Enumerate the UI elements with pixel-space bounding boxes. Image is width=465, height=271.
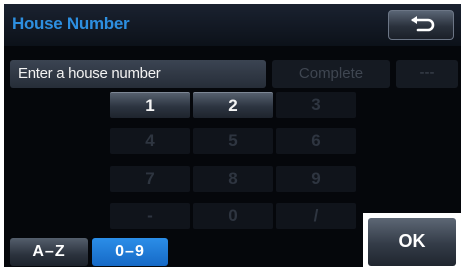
page-title: House Number <box>12 14 130 33</box>
key-label: 9 <box>311 169 321 188</box>
key-label: 1 <box>145 96 155 115</box>
key-label: 7 <box>145 169 155 188</box>
alpha-mode-label: A–Z <box>32 243 66 260</box>
key-slash[interactable]: / <box>276 203 356 229</box>
back-button[interactable] <box>388 10 454 40</box>
numeric-mode-label: 0–9 <box>115 243 145 260</box>
key-label: 8 <box>228 169 238 188</box>
complete-button[interactable]: Complete <box>272 60 390 88</box>
key-5[interactable]: 5 <box>193 128 273 154</box>
key-3[interactable]: 3 <box>276 92 356 118</box>
key-label: 6 <box>311 131 321 150</box>
house-number-placeholder: Enter a house number <box>18 65 161 82</box>
house-number-field[interactable]: Enter a house number <box>10 60 266 88</box>
key-9[interactable]: 9 <box>276 166 356 192</box>
key-6[interactable]: 6 <box>276 128 356 154</box>
key-4[interactable]: 4 <box>110 128 190 154</box>
nav-screen: House Number Enter a house number Comple… <box>4 4 461 267</box>
key-label: 2 <box>228 96 238 115</box>
key-8[interactable]: 8 <box>193 166 273 192</box>
ok-highlight-frame: OK <box>363 213 461 267</box>
key-label: 0 <box>228 206 238 225</box>
key-1[interactable]: 1 <box>110 92 190 118</box>
key-label: / <box>313 206 319 225</box>
key-2[interactable]: 2 <box>193 92 273 118</box>
key-label: 4 <box>145 131 155 150</box>
ok-button[interactable]: OK <box>368 218 456 266</box>
key-7[interactable]: 7 <box>110 166 190 192</box>
key-dash[interactable]: - <box>110 203 190 229</box>
alpha-mode-button[interactable]: A–Z <box>10 238 88 266</box>
input-row: Enter a house number Complete --- <box>10 60 461 88</box>
header-bar: House Number <box>4 4 461 46</box>
key-label: 3 <box>311 95 321 114</box>
key-label: 5 <box>228 131 238 150</box>
ok-button-label: OK <box>398 231 426 251</box>
numeric-mode-button[interactable]: 0–9 <box>92 238 168 266</box>
return-arrow-icon <box>411 16 435 32</box>
key-0[interactable]: 0 <box>193 203 273 229</box>
delete-button-label: --- <box>419 64 435 81</box>
key-label: - <box>147 206 153 225</box>
complete-button-label: Complete <box>298 65 364 82</box>
delete-button[interactable]: --- <box>396 60 458 88</box>
